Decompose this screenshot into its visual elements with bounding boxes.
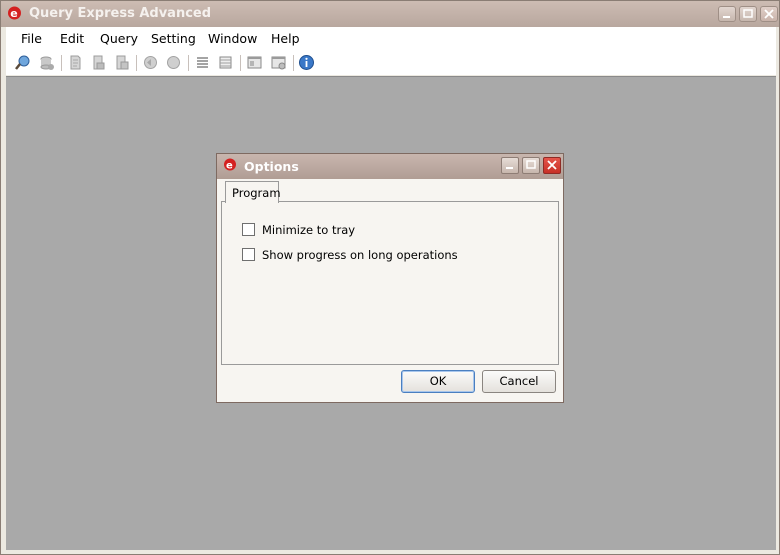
title-bar[interactable]: e Query Express Advanced bbox=[1, 1, 779, 27]
close-button[interactable] bbox=[760, 6, 778, 22]
app-window: e Query Express Advanced File Edit Query… bbox=[0, 0, 780, 555]
connect-icon[interactable] bbox=[14, 54, 31, 71]
toolbar-separator bbox=[293, 55, 294, 71]
disconnect-icon[interactable] bbox=[38, 54, 55, 71]
results-grid-icon[interactable] bbox=[217, 54, 234, 71]
options-dialog: e Options Program Minimize to tray Show … bbox=[216, 153, 564, 403]
app-logo-icon: e bbox=[224, 158, 236, 172]
open-icon[interactable] bbox=[90, 54, 107, 71]
menu-bar: File Edit Query Setting Window Help bbox=[6, 27, 776, 51]
toolbar-separator bbox=[136, 55, 137, 71]
dialog-close-button[interactable] bbox=[543, 157, 561, 174]
menu-setting[interactable]: Setting bbox=[151, 31, 196, 46]
menu-help[interactable]: Help bbox=[271, 31, 300, 46]
app-logo-icon: e bbox=[8, 6, 21, 20]
dialog-title: Options bbox=[244, 159, 299, 174]
minimize-to-tray-checkbox[interactable] bbox=[242, 223, 255, 236]
menu-window[interactable]: Window bbox=[208, 31, 257, 46]
minimize-to-tray-label[interactable]: Minimize to tray bbox=[262, 223, 355, 237]
show-progress-checkbox[interactable] bbox=[242, 248, 255, 261]
toolbar bbox=[6, 51, 776, 75]
app-title: Query Express Advanced bbox=[29, 6, 212, 21]
properties-icon[interactable] bbox=[270, 54, 287, 71]
maximize-icon bbox=[526, 160, 536, 169]
toolbar-separator bbox=[240, 55, 241, 71]
save-icon[interactable] bbox=[113, 54, 130, 71]
maximize-icon bbox=[743, 9, 753, 18]
results-text-icon[interactable] bbox=[194, 54, 211, 71]
menu-file[interactable]: File bbox=[21, 31, 42, 46]
minimize-icon bbox=[506, 167, 513, 169]
svg-text:e: e bbox=[10, 7, 17, 20]
maximize-button[interactable] bbox=[739, 6, 757, 22]
tab-program[interactable]: Program bbox=[225, 181, 281, 203]
tab-program-label: Program bbox=[232, 186, 281, 200]
dialog-minimize-button[interactable] bbox=[501, 157, 519, 174]
show-progress-label[interactable]: Show progress on long operations bbox=[262, 248, 458, 262]
minimize-icon bbox=[723, 16, 730, 18]
cancel-button[interactable]: Cancel bbox=[482, 370, 556, 393]
svg-text:e: e bbox=[226, 161, 233, 172]
close-icon bbox=[547, 160, 557, 170]
menu-edit[interactable]: Edit bbox=[60, 31, 84, 46]
dialog-maximize-button[interactable] bbox=[522, 157, 540, 174]
close-icon bbox=[764, 9, 774, 19]
stop-icon[interactable] bbox=[165, 54, 182, 71]
menu-query[interactable]: Query bbox=[100, 31, 138, 46]
new-query-icon[interactable] bbox=[67, 54, 84, 71]
about-icon[interactable] bbox=[298, 54, 315, 71]
execute-icon[interactable] bbox=[142, 54, 159, 71]
program-tab-panel: Minimize to tray Show progress on long o… bbox=[221, 201, 559, 365]
dialog-title-bar[interactable]: e Options bbox=[217, 154, 563, 179]
toolbar-separator bbox=[61, 55, 62, 71]
ok-button[interactable]: OK bbox=[401, 370, 475, 393]
minimize-button[interactable] bbox=[718, 6, 736, 22]
tile-icon[interactable] bbox=[246, 54, 263, 71]
toolbar-separator bbox=[188, 55, 189, 71]
